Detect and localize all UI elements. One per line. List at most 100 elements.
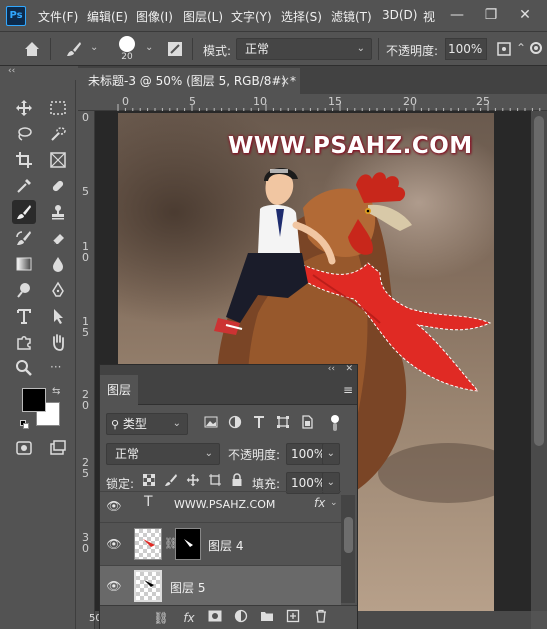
tab-layers[interactable]: 图层 bbox=[100, 375, 138, 405]
angle-icon[interactable]: ⌃ bbox=[516, 41, 526, 55]
pressure-opacity-button[interactable] bbox=[492, 37, 516, 61]
filter-smart-object-button[interactable] bbox=[298, 415, 316, 433]
layer-row-text[interactable]: 👁 T WWW.PSAHZ.COM fx ⌄ bbox=[100, 491, 341, 521]
filter-adjustment-button[interactable] bbox=[226, 415, 244, 433]
lasso-tool[interactable] bbox=[12, 122, 36, 146]
chevron-down-icon[interactable]: ⌄ bbox=[330, 498, 338, 508]
document-tab[interactable]: 未标题-3 @ 50% (图层 5, RGB/8#) * × bbox=[78, 68, 300, 94]
horizontal-ruler[interactable]: 0 5 10 15 20 25 bbox=[78, 94, 547, 111]
menu-view[interactable]: 视 bbox=[423, 8, 435, 25]
chevron-down-icon[interactable]: ⌄ bbox=[145, 42, 153, 53]
layers-scrollbar-thumb[interactable] bbox=[344, 517, 353, 553]
screen-mode-button[interactable] bbox=[46, 436, 70, 460]
new-layer-button[interactable] bbox=[284, 609, 302, 627]
brush-tool[interactable] bbox=[12, 200, 36, 224]
quick-selection-tool[interactable] bbox=[46, 122, 70, 146]
filter-toggle[interactable] bbox=[330, 415, 340, 433]
menu-type[interactable]: 文字(Y) bbox=[231, 8, 272, 25]
chevron-down-icon: ⌄ bbox=[326, 477, 335, 488]
lock-transparent-button[interactable] bbox=[140, 473, 158, 491]
blend-mode-dropdown[interactable]: 正常 ⌄ bbox=[236, 38, 372, 60]
hand-tool[interactable] bbox=[46, 330, 70, 354]
layer-thumbnail[interactable] bbox=[134, 570, 162, 602]
healing-brush-tool[interactable] bbox=[46, 174, 70, 198]
lock-all-button[interactable] bbox=[228, 473, 246, 491]
layer-thumbnail[interactable] bbox=[134, 528, 162, 560]
move-tool[interactable] bbox=[12, 96, 36, 120]
layer-row-4[interactable]: 👁 ⛓ 图层 4 bbox=[100, 522, 341, 564]
layer-mask-thumbnail[interactable] bbox=[175, 528, 201, 560]
crop-tool[interactable] bbox=[12, 148, 36, 172]
eyedropper-tool[interactable] bbox=[12, 174, 36, 198]
close-panel-button[interactable]: ✕ bbox=[345, 364, 353, 374]
new-group-button[interactable] bbox=[258, 609, 276, 627]
panel-menu-icon[interactable]: ≡ bbox=[343, 383, 353, 397]
pen-tool[interactable] bbox=[46, 278, 70, 302]
filter-shape-button[interactable] bbox=[274, 415, 292, 433]
fx-icon[interactable]: fx bbox=[314, 496, 325, 510]
menu-select[interactable]: 选择(S) bbox=[281, 8, 322, 25]
dodge-tool[interactable] bbox=[12, 278, 36, 302]
settings-button[interactable] bbox=[526, 37, 546, 61]
opacity-input[interactable]: 100% bbox=[445, 38, 487, 60]
zoom-tool[interactable] bbox=[12, 356, 36, 380]
eye-icon[interactable]: 👁 bbox=[106, 578, 122, 594]
panel-collapse-button[interactable]: ‹‹ bbox=[328, 364, 335, 374]
type-tool[interactable] bbox=[12, 304, 36, 328]
lock-artboard-button[interactable] bbox=[206, 473, 224, 491]
add-mask-button[interactable] bbox=[206, 609, 224, 627]
path-selection-tool[interactable] bbox=[46, 304, 70, 328]
filter-type-button[interactable] bbox=[250, 415, 268, 433]
layer-row-5[interactable]: 👁 图层 5 bbox=[100, 565, 341, 605]
lock-pixels-button[interactable] bbox=[162, 473, 180, 491]
brush-size-picker[interactable]: 20 bbox=[112, 36, 142, 64]
toolbar-collapse-button[interactable]: ‹‹ bbox=[0, 66, 76, 80]
minimize-button[interactable]: — bbox=[446, 4, 468, 26]
opacity-label: 不透明度: bbox=[386, 44, 439, 58]
brush-tool-preset[interactable] bbox=[62, 37, 86, 61]
link-layers-icon[interactable]: ⛓ bbox=[152, 609, 170, 627]
blur-tool[interactable] bbox=[46, 252, 70, 276]
swap-colors-icon[interactable]: ⇆ bbox=[52, 386, 60, 397]
eye-icon[interactable]: 👁 bbox=[106, 536, 122, 552]
layer-filter-dropdown[interactable]: ⚲ 类型 ⌄ bbox=[106, 413, 188, 435]
close-window-button[interactable]: ✕ bbox=[514, 4, 536, 26]
close-tab-button[interactable]: × bbox=[280, 68, 290, 94]
marquee-icon bbox=[50, 101, 66, 115]
gradient-tool[interactable] bbox=[12, 252, 36, 276]
layer-blend-mode-dropdown[interactable]: 正常 ⌄ bbox=[106, 443, 220, 465]
eraser-tool[interactable] bbox=[46, 226, 70, 250]
vertical-scrollbar-thumb[interactable] bbox=[534, 116, 544, 446]
fx-icon[interactable]: fx bbox=[180, 609, 198, 627]
home-button[interactable] bbox=[20, 37, 44, 61]
brush-settings-button[interactable] bbox=[163, 37, 187, 61]
layer-opacity-dropdown[interactable]: ⌄ bbox=[322, 443, 340, 465]
filter-pixel-button[interactable] bbox=[202, 415, 220, 433]
restore-button[interactable]: ❐ bbox=[480, 4, 502, 26]
chevron-down-icon: ⌄ bbox=[326, 448, 335, 459]
lock-position-button[interactable] bbox=[184, 473, 202, 491]
marquee-tool[interactable] bbox=[46, 96, 70, 120]
menu-file[interactable]: 文件(F) bbox=[38, 8, 78, 25]
more-tools-icon[interactable]: ··· bbox=[50, 360, 61, 374]
default-colors-icon[interactable] bbox=[20, 420, 30, 430]
history-brush-tool[interactable] bbox=[12, 226, 36, 250]
ruler-tick-label: 2 5 bbox=[82, 456, 89, 480]
eye-icon[interactable]: 👁 bbox=[106, 498, 122, 514]
adjustment-layer-button[interactable] bbox=[232, 609, 250, 627]
foreground-color-swatch[interactable] bbox=[22, 388, 46, 412]
menu-3d[interactable]: 3D(D) bbox=[382, 8, 417, 22]
menu-layer[interactable]: 图层(L) bbox=[183, 8, 223, 25]
chevron-down-icon[interactable]: ⌄ bbox=[90, 42, 98, 53]
delete-layer-button[interactable] bbox=[312, 609, 330, 627]
menu-image[interactable]: 图像(I) bbox=[136, 8, 173, 25]
chevron-down-icon: ⌄ bbox=[172, 418, 181, 429]
menu-edit[interactable]: 编辑(E) bbox=[87, 8, 128, 25]
custom-shape-tool[interactable] bbox=[12, 330, 36, 354]
menu-filter[interactable]: 滤镜(T) bbox=[331, 8, 372, 25]
ruler-tick-label: 1 0 bbox=[82, 240, 89, 264]
vertical-ruler[interactable]: 0 5 1 0 1 5 2 0 2 5 3 0 bbox=[78, 111, 95, 629]
clone-stamp-tool[interactable] bbox=[46, 200, 70, 224]
quick-mask-button[interactable] bbox=[12, 436, 36, 460]
frame-tool[interactable] bbox=[46, 148, 70, 172]
